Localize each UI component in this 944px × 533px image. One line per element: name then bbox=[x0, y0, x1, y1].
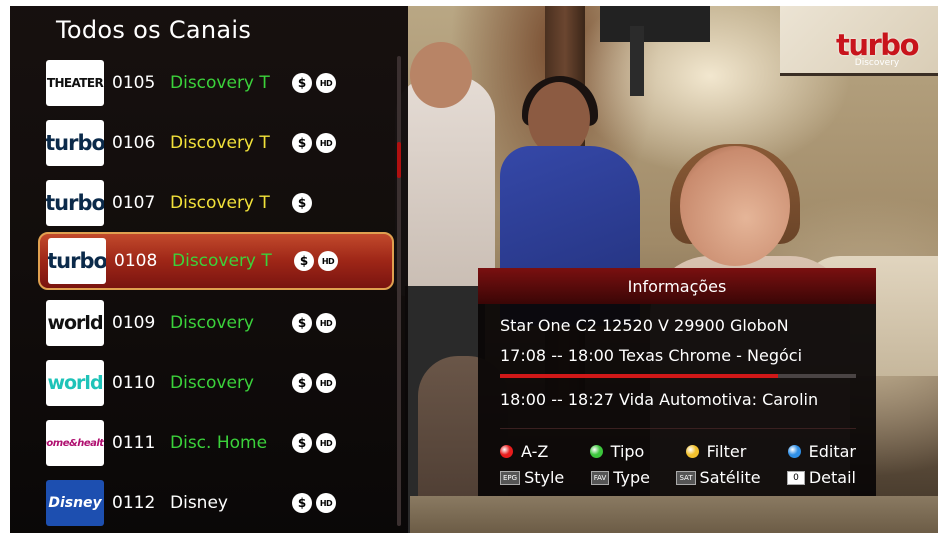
blue-dot-icon bbox=[787, 445, 801, 458]
legend-label: A-Z bbox=[521, 442, 549, 461]
hd-badge-icon: HD bbox=[316, 433, 336, 453]
paid-badge-icon: $ bbox=[292, 313, 312, 333]
channel-brand-logo: turbo Discovery bbox=[836, 28, 920, 68]
background-man-head bbox=[410, 42, 472, 108]
hd-badge-icon: HD bbox=[316, 133, 336, 153]
channel-number: 0105 bbox=[112, 73, 156, 93]
hd-badge-icon: HD bbox=[318, 251, 338, 271]
channel-logo: world bbox=[46, 300, 104, 346]
legend-label: Filter bbox=[706, 442, 747, 461]
background-man bbox=[395, 76, 495, 296]
legend-type-key[interactable]: FAV Type bbox=[590, 468, 650, 487]
channel-list-panel: Todos os Canais THEATER 0105 Discovery T $ H… bbox=[10, 6, 408, 533]
next-program: 18:00 -- 18:27 Vida Automotiva: Carolin bbox=[500, 390, 819, 409]
channel-row-selected[interactable]: turbo 0108 Discovery T $ HD bbox=[38, 232, 394, 290]
color-key-legend: A-Z Tipo Filter Editar bbox=[500, 442, 856, 461]
legend-tipo-key[interactable]: Tipo bbox=[589, 442, 645, 461]
satellite-info: Star One C2 12520 V 29900 GloboN bbox=[500, 316, 789, 335]
legend-editar-key[interactable]: Editar bbox=[787, 442, 856, 461]
hd-badge-icon: HD bbox=[316, 73, 336, 93]
channel-name: Discovery T bbox=[172, 251, 272, 271]
program-progress-fill bbox=[500, 374, 778, 378]
channel-row[interactable]: home&health 0111 Disc. Home $HD bbox=[38, 414, 394, 472]
legend-label: Style bbox=[524, 468, 565, 487]
channel-row[interactable]: THEATER 0105 Discovery T $ HD bbox=[38, 54, 394, 112]
hd-badge-icon: HD bbox=[316, 373, 336, 393]
channel-number: 0110 bbox=[112, 373, 156, 393]
legend-filter-key[interactable]: Filter bbox=[685, 442, 747, 461]
keycap-icon: 0 bbox=[787, 470, 805, 485]
channel-name: Discovery T bbox=[170, 193, 270, 213]
function-key-legend: EPG Style FAV Type SAT Satélite 0 Detail bbox=[500, 468, 856, 487]
legend-label: Editar bbox=[808, 442, 856, 461]
channel-name: Disney bbox=[170, 493, 228, 513]
info-panel: Informações Star One C2 12520 V 29900 Gl… bbox=[478, 268, 876, 496]
legend-detail-key[interactable]: 0 Detail bbox=[787, 468, 856, 487]
channel-number: 0111 bbox=[112, 433, 156, 453]
channel-logo: turbo bbox=[46, 120, 104, 166]
legend-label: Tipo bbox=[610, 442, 645, 461]
info-panel-title: Informações bbox=[478, 268, 876, 304]
paid-badge-icon: $ bbox=[292, 73, 312, 93]
channel-list: THEATER 0105 Discovery T $ HD turbo 0106 Discov… bbox=[10, 6, 408, 533]
legend-satélite-key[interactable]: SAT Satélite bbox=[676, 468, 761, 487]
channel-name: Disc. Home bbox=[170, 433, 268, 453]
paid-badge-icon: $ bbox=[292, 433, 312, 453]
channel-name: Discovery bbox=[170, 313, 254, 333]
channel-row[interactable]: turbo 0106 Discovery T $ HD bbox=[38, 114, 394, 172]
background-lamp bbox=[630, 26, 644, 96]
channel-number: 0109 bbox=[112, 313, 156, 333]
channel-logo: turbo bbox=[46, 180, 104, 226]
keycap-icon: SAT bbox=[676, 470, 696, 485]
channel-name: Discovery T bbox=[170, 73, 270, 93]
channel-name: Discovery T bbox=[170, 133, 270, 153]
channel-logo: Disney bbox=[46, 480, 104, 526]
channel-number: 0106 bbox=[112, 133, 156, 153]
green-dot-icon bbox=[589, 445, 603, 458]
channel-number: 0107 bbox=[112, 193, 156, 213]
channel-logo: home&health bbox=[46, 420, 104, 466]
channel-number: 0108 bbox=[114, 251, 158, 271]
keycap-icon: FAV bbox=[590, 470, 610, 485]
channel-name: Discovery bbox=[170, 373, 254, 393]
legend-label: Satélite bbox=[699, 468, 761, 487]
channel-logo: turbo bbox=[48, 238, 106, 284]
yellow-dot-icon bbox=[685, 445, 699, 458]
channel-row[interactable]: world 0110 Discovery $ HD bbox=[38, 354, 394, 412]
legend-style-key[interactable]: EPG Style bbox=[500, 468, 564, 487]
channel-row[interactable]: turbo 0107 Discovery T $ bbox=[38, 174, 394, 232]
legend-a-z-key[interactable]: A-Z bbox=[500, 442, 548, 461]
info-divider bbox=[500, 428, 856, 429]
background-floor bbox=[410, 496, 938, 533]
background-girl-head bbox=[680, 146, 790, 266]
background-woman-head bbox=[528, 82, 590, 156]
paid-badge-icon: $ bbox=[292, 133, 312, 153]
current-program: 17:08 -- 18:00 Texas Chrome - Negóci bbox=[500, 346, 803, 365]
keycap-icon: EPG bbox=[500, 470, 521, 485]
channel-row[interactable]: Disney 0112 Disney $ HD bbox=[38, 474, 394, 532]
legend-label: Detail bbox=[808, 468, 856, 487]
program-progress-bar bbox=[500, 374, 856, 378]
channel-row[interactable]: world 0109 Discovery $ HD bbox=[38, 294, 394, 352]
red-dot-icon bbox=[500, 445, 513, 458]
hd-badge-icon: HD bbox=[316, 493, 336, 513]
brand-logo-text: turbo bbox=[836, 28, 920, 62]
hd-badge-icon: HD bbox=[316, 313, 336, 333]
paid-badge-icon: $ bbox=[292, 493, 312, 513]
channel-logo: world bbox=[46, 360, 104, 406]
paid-badge-icon: $ bbox=[292, 193, 312, 213]
channel-number: 0112 bbox=[112, 493, 156, 513]
paid-badge-icon: $ bbox=[292, 373, 312, 393]
background-tv bbox=[600, 6, 710, 42]
legend-label: Type bbox=[613, 468, 650, 487]
channel-logo: THEATER bbox=[46, 60, 104, 106]
paid-badge-icon: $ bbox=[294, 251, 314, 271]
